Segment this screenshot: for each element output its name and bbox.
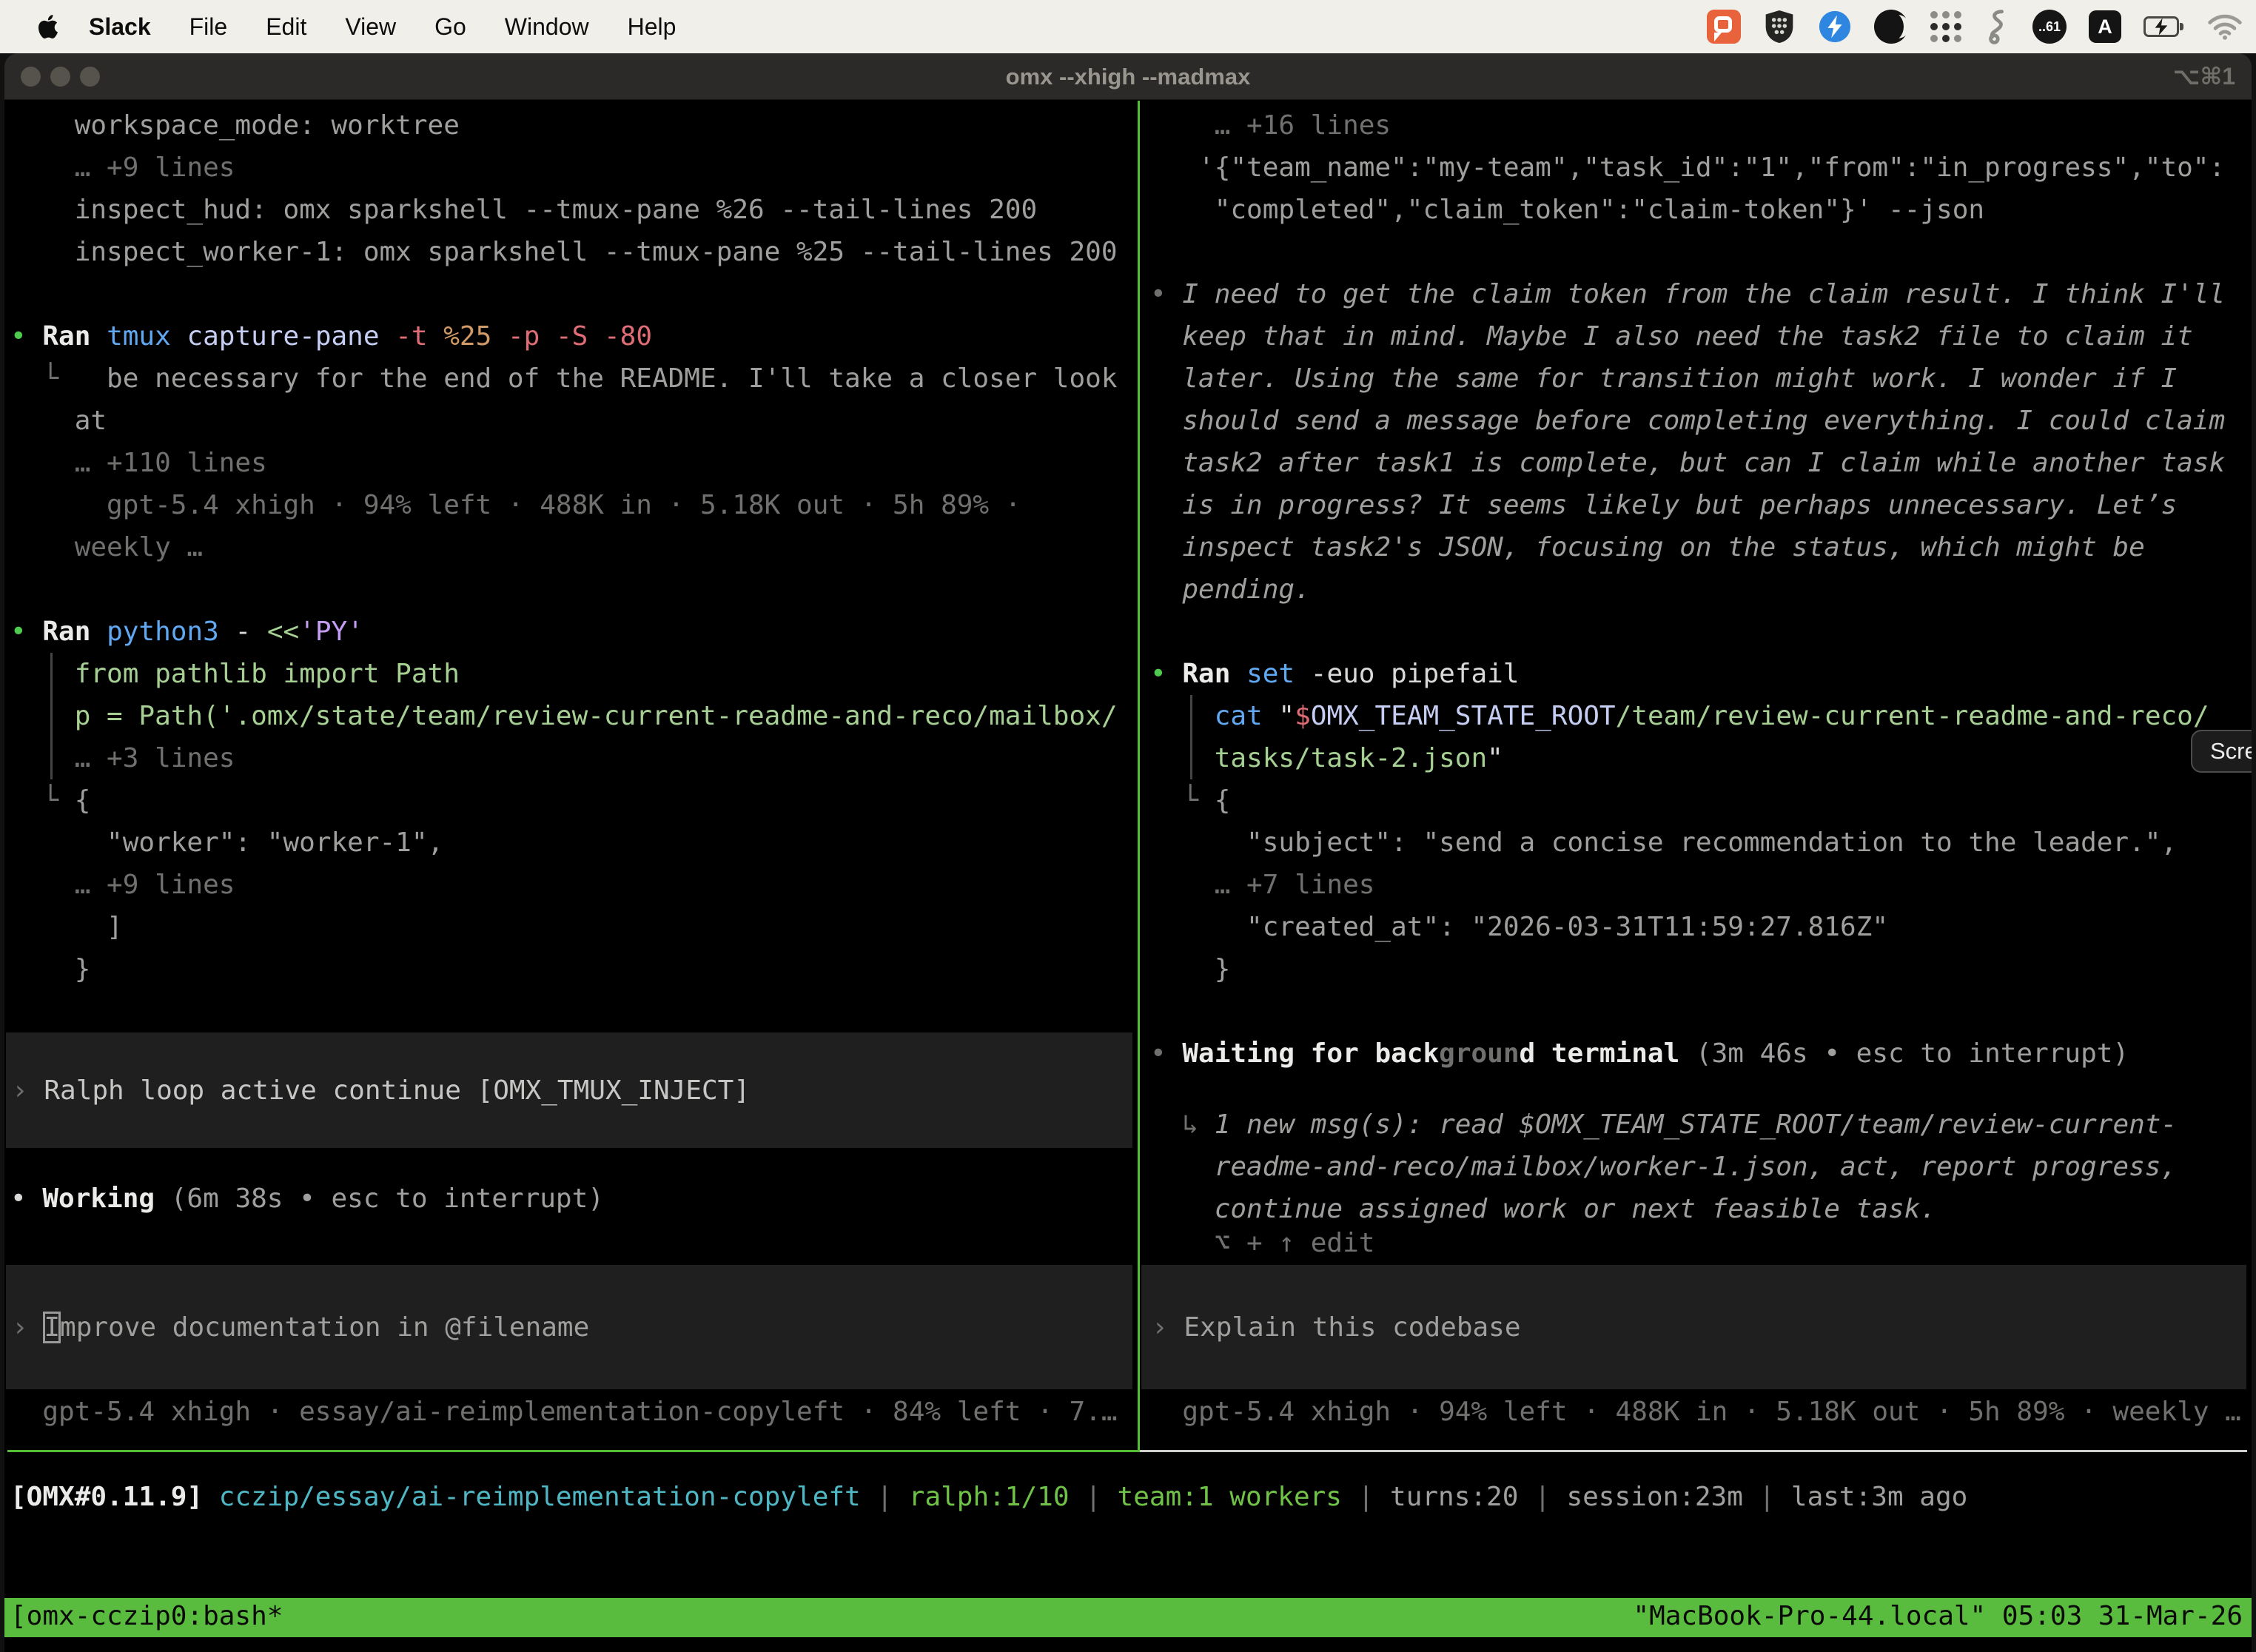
window-title: omx --xhigh --madmax (4, 53, 2252, 100)
terminal-line: [OMX#0.11.9] cczip/essay/ai-reimplementa… (4, 1476, 2252, 1518)
terminal-line: cat "$OMX_TEAM_STATE_ROOT/team/review-cu… (1140, 695, 2252, 737)
left-model-status: gpt-5.4 xhigh · essay/ai-reimplementatio… (4, 1391, 1138, 1433)
terminal-line: … +7 lines (1140, 864, 2252, 906)
terminal-line: … +16 lines (1140, 104, 2252, 147)
tmux-session-label: [omx-cczip0:bash* (10, 1598, 283, 1637)
terminal-line: later. Using the same for transition mig… (1140, 357, 2252, 400)
left-working-status: • Working (6m 38s • esc to interrupt) (4, 1178, 1138, 1220)
terminal-line: gpt-5.4 xhigh · 94% left · 488K in · 5.1… (4, 484, 1138, 526)
left-pane[interactable]: workspace_mode: worktree … +9 lines insp… (4, 101, 1138, 1450)
terminal-line: pending. (1140, 568, 2252, 611)
menu-item-window[interactable]: Window (505, 13, 589, 41)
right-waiting-status: • Waiting for background terminal (3m 46… (1140, 1032, 2252, 1075)
terminal-line: inspect task2's JSON, focusing on the st… (1140, 526, 2252, 568)
terminal-line: task2 after task1 is complete, but can I… (1140, 442, 2252, 484)
terminal-line (4, 568, 1138, 611)
chat-app-icon[interactable] (1707, 10, 1741, 44)
pane-divider[interactable] (1138, 101, 1140, 1452)
wifi-icon[interactable] (2207, 13, 2243, 41)
terminal-line: is in progress? It seems likely but perh… (1140, 484, 2252, 526)
terminal-line: … +110 lines (4, 442, 1138, 484)
terminal-line: "completed","claim_token":"claim-token"}… (1140, 189, 2252, 231)
right-scrollback: … +16 lines '{"team_name":"my-team","tas… (1140, 104, 2252, 990)
terminal-line: from pathlib import Path (4, 653, 1138, 695)
menu-item-help[interactable]: Help (628, 13, 677, 41)
terminal-line: • Ran set -euo pipefail (1140, 653, 2252, 695)
terminal-line: should send a message before completing … (1140, 400, 2252, 442)
menu-item-file[interactable]: File (189, 13, 228, 41)
battery-charging-icon[interactable] (2143, 16, 2185, 37)
menu-item-edit[interactable]: Edit (266, 13, 306, 41)
terminal-line: "created_at": "2026-03-31T11:59:27.816Z" (1140, 906, 2252, 948)
menu-app-name[interactable]: Slack (89, 13, 151, 41)
menu-bar: Slack File Edit View Go Window Help ..61… (0, 0, 2256, 53)
left-pane-bottom-border (7, 1450, 1138, 1452)
crescent-app-icon[interactable] (1874, 10, 1908, 44)
terminal-line: p = Path('.omx/state/team/review-current… (4, 695, 1138, 737)
right-edit-hint: ⌥ + ↑ edit (1140, 1222, 2252, 1264)
terminal-line: gpt-5.4 xhigh · essay/ai-reimplementatio… (4, 1391, 1138, 1433)
terminal-line: └ { (4, 779, 1138, 822)
terminal-line: ⌥ + ↑ edit (1140, 1222, 2252, 1264)
right-pane-bottom-border (1140, 1450, 2247, 1452)
terminal-line: • Ran tmux capture-pane -t %25 -p -S -80 (4, 315, 1138, 357)
terminal-line (1140, 611, 2252, 653)
squiggle-app-icon[interactable] (1985, 9, 2010, 44)
left-scrollback: workspace_mode: worktree … +9 lines insp… (4, 104, 1138, 990)
dot-grid-icon[interactable] (1930, 10, 1963, 43)
ralph-loop-banner[interactable]: › Ralph loop active continue [OMX_TMUX_I… (6, 1032, 1132, 1148)
terminal-line: keep that in mind. Maybe I also need the… (1140, 315, 2252, 357)
terminal-line: › Explain this codebase (1141, 1306, 2246, 1349)
menu-status-icons: ..61 A (1707, 0, 2243, 53)
terminal-line: › Ralph loop active continue [OMX_TMUX_I… (6, 1070, 1132, 1112)
right-prompt-input[interactable]: › Explain this codebase (1141, 1265, 2246, 1389)
terminal-line: … +3 lines (4, 737, 1138, 779)
window-titlebar: omx --xhigh --madmax ⌥⌘1 (4, 53, 2252, 100)
tmux-host-clock-label: "MacBook-Pro-44.local" 05:03 31-Mar-26 (1633, 1598, 2243, 1637)
omx-status-line: [OMX#0.11.9] cczip/essay/ai-reimplementa… (4, 1476, 2252, 1518)
left-prompt-input[interactable]: › Improve documentation in @filename (6, 1265, 1132, 1389)
terminal-line: readme-and-reco/mailbox/worker-1.json, a… (1140, 1146, 2252, 1188)
terminal-window: omx --xhigh --madmax ⌥⌘1 workspace_mode:… (4, 53, 2252, 1652)
terminal-line: ] (4, 906, 1138, 948)
right-model-status: gpt-5.4 xhigh · 94% left · 488K in · 5.1… (1140, 1391, 2252, 1433)
timer-badge-icon[interactable]: ..61 (2032, 10, 2067, 44)
terminal-line: inspect_worker-1: omx sparkshell --tmux-… (4, 231, 1138, 273)
terminal-line: at (4, 400, 1138, 442)
terminal-line: • I need to get the claim token from the… (1140, 273, 2252, 315)
window-shortcut-hint: ⌥⌘1 (2173, 53, 2235, 100)
terminal-line: } (4, 948, 1138, 990)
terminal-line: "worker": "worker-1", (4, 822, 1138, 864)
terminal-line: gpt-5.4 xhigh · 94% left · 488K in · 5.1… (1140, 1391, 2252, 1433)
terminal-line: workspace_mode: worktree (4, 104, 1138, 147)
terminal-line: › Improve documentation in @filename (6, 1306, 1132, 1349)
terminal-line: tasks/task-2.json" (1140, 737, 2252, 779)
menu-item-view[interactable]: View (345, 13, 396, 41)
terminal-content: workspace_mode: worktree … +9 lines insp… (4, 101, 2252, 1652)
terminal-line: "subject": "send a concise recommendatio… (1140, 822, 2252, 864)
terminal-line: • Waiting for background terminal (3m 46… (1140, 1032, 2252, 1075)
shield-keypad-icon[interactable] (1763, 9, 1796, 44)
terminal-line: … +9 lines (4, 864, 1138, 906)
blue-bolt-app-icon[interactable] (1818, 10, 1852, 44)
screen-notification-tooltip: Scre (2191, 730, 2252, 773)
apple-menu-icon[interactable] (38, 15, 58, 38)
terminal-line (4, 273, 1138, 315)
menu-item-go[interactable]: Go (434, 13, 466, 41)
tmux-status-bar: [omx-cczip0:bash* "MacBook-Pro-44.local"… (4, 1598, 2252, 1637)
terminal-line: └ { (1140, 779, 2252, 822)
terminal-line (1140, 231, 2252, 273)
terminal-line: • Working (6m 38s • esc to interrupt) (4, 1178, 1138, 1220)
right-pane[interactable]: … +16 lines '{"team_name":"my-team","tas… (1140, 101, 2252, 1450)
right-new-message-note: ↳ 1 new msg(s): read $OMX_TEAM_STATE_ROO… (1140, 1104, 2252, 1230)
terminal-line: } (1140, 948, 2252, 990)
terminal-line: • Ran python3 - <<'PY' (4, 611, 1138, 653)
terminal-line: '{"team_name":"my-team","task_id":"1","f… (1140, 147, 2252, 189)
terminal-line: weekly … (4, 526, 1138, 568)
terminal-line: └ be necessary for the end of the README… (4, 357, 1138, 400)
terminal-line: inspect_hud: omx sparkshell --tmux-pane … (4, 189, 1138, 231)
letter-a-app-icon[interactable]: A (2089, 10, 2121, 43)
terminal-line: … +9 lines (4, 147, 1138, 189)
terminal-line: ↳ 1 new msg(s): read $OMX_TEAM_STATE_ROO… (1140, 1104, 2252, 1146)
